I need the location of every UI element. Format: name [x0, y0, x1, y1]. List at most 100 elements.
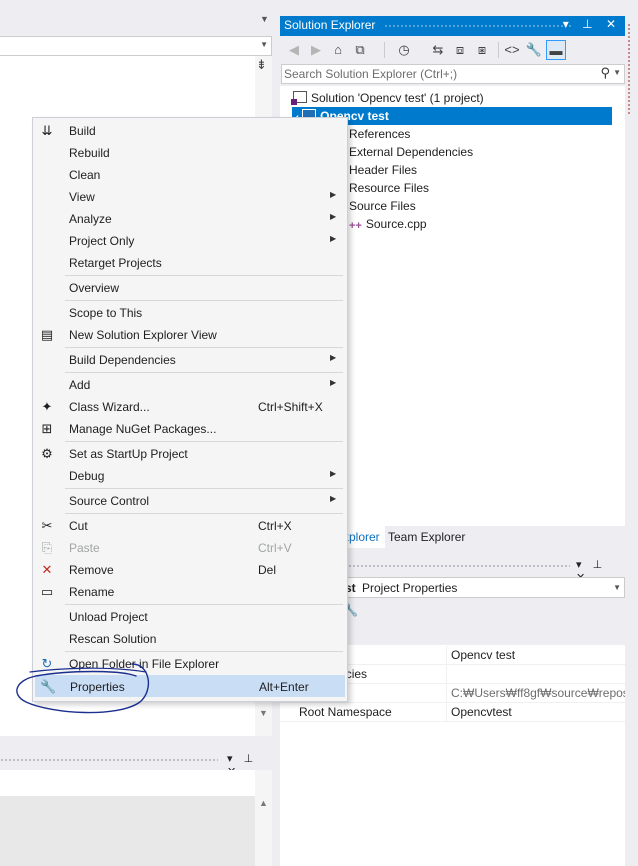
tree-node-label: Source Files — [349, 199, 416, 213]
menu-item-label: Scope to This — [69, 306, 143, 320]
view-code-icon[interactable]: <> — [502, 40, 522, 60]
menu-item-label: Add — [69, 378, 91, 392]
tree-node-label: References — [349, 127, 411, 141]
menu-item-shortcut: Ctrl+V — [258, 541, 292, 555]
scroll-down-icon[interactable]: ▼ — [259, 708, 268, 718]
menu-item-project-only[interactable]: Project Only ▶ — [35, 230, 345, 252]
menu-item-build[interactable]: ⇊ Build — [35, 120, 345, 142]
menu-item-clean[interactable]: Clean — [35, 164, 345, 186]
cpp-file-icon: ++ — [349, 220, 362, 232]
menu-item-rename[interactable]: ▭ Rename — [35, 581, 345, 603]
chevron-down-icon[interactable]: ▼ — [613, 68, 621, 77]
menu-item-label: New Solution Explorer View — [69, 328, 217, 342]
switch-views-icon[interactable]: ⧉ — [350, 40, 370, 60]
home-icon[interactable]: ⌂ — [328, 40, 348, 60]
menu-item-label: Build Dependencies — [69, 353, 176, 367]
menu-item-shortcut: Alt+Enter — [259, 680, 309, 694]
menu-separator — [65, 513, 343, 514]
show-all-files-icon[interactable]: ⧆ — [472, 40, 492, 60]
editor-tab-strip — [0, 14, 272, 36]
menu-item-open-folder-in-file-explorer[interactable]: ↻ Open Folder in File Explorer — [35, 653, 345, 675]
rename-icon: ▭ — [40, 584, 54, 599]
solution-explorer-search[interactable]: ⚲ ▼ — [281, 64, 625, 84]
toolbar-separator — [498, 42, 499, 58]
scroll-up-icon[interactable]: ▲ — [259, 798, 268, 808]
forward-icon[interactable]: ▶ — [306, 40, 326, 60]
solution-explorer-toolbar: ◀ ▶ ⌂ ⧉ ◷ ⇆ ⧈ ⧆ <> 🔧 ▬ — [280, 38, 625, 62]
menu-item-retarget-projects[interactable]: Retarget Projects — [35, 252, 345, 274]
menu-item-label: Retarget Projects — [69, 256, 162, 270]
menu-item-cut[interactable]: ✂ Cut Ctrl+X — [35, 515, 345, 537]
menu-item-label: Source Control — [69, 494, 150, 508]
bottom-panel-toolbar — [0, 770, 272, 796]
tree-node-label: External Dependencies — [349, 145, 474, 159]
grip-dots — [0, 758, 218, 763]
pending-changes-icon[interactable]: ◷ — [394, 40, 414, 60]
menu-item-properties[interactable]: 🔧 Properties Alt+Enter — [35, 675, 345, 697]
solution-explorer-window-buttons[interactable]: ▾ ⊥ ✕ — [563, 17, 621, 31]
tree-node-references[interactable]: References — [349, 125, 410, 143]
tree-node-external-dependencies[interactable]: External Dependencies — [349, 143, 473, 161]
menu-separator — [65, 441, 343, 442]
menu-item-add[interactable]: Add ▶ — [35, 374, 345, 396]
menu-item-unload-project[interactable]: Unload Project — [35, 606, 345, 628]
menu-item-shortcut: Del — [258, 563, 277, 577]
properties-wrench-icon[interactable]: 🔧 — [524, 40, 544, 60]
preview-selected-items-icon[interactable]: ▬ — [546, 40, 566, 60]
menu-item-label: Properties — [70, 680, 125, 694]
remove-icon: ✕ — [41, 562, 53, 577]
menu-item-build-dependencies[interactable]: Build Dependencies ▶ — [35, 349, 345, 371]
editor-navigation-dropdown[interactable]: ▼ — [0, 36, 272, 56]
menu-item-set-as-startup-project[interactable]: ⚙ Set as StartUp Project — [35, 443, 345, 465]
sync-icon[interactable]: ⇆ — [428, 40, 448, 60]
menu-item-analyze[interactable]: Analyze ▶ — [35, 208, 345, 230]
right-dock-edge — [625, 14, 638, 866]
tree-node-resource-files[interactable]: Resource Files — [349, 179, 429, 197]
tree-node-header-files[interactable]: Header Files — [349, 161, 417, 179]
menu-item-remove[interactable]: ✕ Remove Del — [35, 559, 345, 581]
search-icon[interactable]: ⚲ — [600, 65, 610, 81]
tab-overflow-icon[interactable]: ▼ — [260, 14, 269, 24]
menu-item-manage-nuget-packages[interactable]: ⊞ Manage NuGet Packages... — [35, 418, 345, 440]
menu-item-rebuild[interactable]: Rebuild — [35, 142, 345, 164]
search-input[interactable] — [284, 66, 584, 82]
collapse-all-icon[interactable]: ⧈ — [450, 40, 470, 60]
property-name: Root Namespace — [299, 705, 392, 719]
bottom-panel-scrollbar[interactable]: ▲ — [255, 770, 272, 866]
menu-item-scope-to-this[interactable]: Scope to This — [35, 302, 345, 324]
menu-item-view[interactable]: View ▶ — [35, 186, 345, 208]
menu-separator — [65, 300, 343, 301]
chevron-down-icon: ▼ — [260, 40, 268, 49]
nuget-icon: ⊞ — [41, 421, 53, 436]
back-icon[interactable]: ◀ — [284, 40, 304, 60]
submenu-arrow-icon: ▶ — [330, 212, 337, 221]
menu-item-label: Manage NuGet Packages... — [69, 422, 217, 436]
menu-item-label: Build — [69, 124, 96, 138]
menu-item-overview[interactable]: Overview — [35, 277, 345, 299]
menu-item-rescan-solution[interactable]: Rescan Solution — [35, 628, 345, 650]
submenu-arrow-icon: ▶ — [330, 234, 337, 243]
bottom-panel-content — [0, 796, 255, 866]
menu-item-label: Class Wizard... — [69, 400, 150, 414]
class-wizard-icon: ✦ — [41, 399, 53, 414]
menu-item-label: Rescan Solution — [69, 632, 157, 646]
menu-item-class-wizard[interactable]: ✦ Class Wizard... Ctrl+Shift+X — [35, 396, 345, 418]
menu-item-debug[interactable]: Debug ▶ — [35, 465, 345, 487]
tree-node-solution[interactable]: Solution 'Opencv test' (1 project) — [291, 89, 484, 107]
menu-separator — [65, 347, 343, 348]
column-divider — [446, 684, 447, 703]
solution-explorer-title: Solution Explorer — [284, 18, 376, 32]
menu-item-source-control[interactable]: Source Control ▶ — [35, 490, 345, 512]
column-divider — [446, 665, 447, 684]
property-row[interactable]: Root Namespace Opencvtest — [280, 703, 625, 722]
tree-node-source-files[interactable]: Source Files — [349, 197, 416, 215]
menu-item-label: Analyze — [69, 212, 112, 226]
menu-item-paste: ⎘ Paste Ctrl+V — [35, 537, 345, 559]
panel-splitter[interactable] — [0, 736, 272, 750]
menu-item-label: Project Only — [69, 234, 135, 248]
tab-team-explorer[interactable]: Team Explorer — [383, 526, 470, 548]
split-window-icon[interactable]: ⇟ — [256, 57, 267, 73]
tree-node-source-cpp[interactable]: ++ Source.cpp — [349, 215, 427, 233]
ink-mark — [628, 24, 634, 114]
menu-item-new-solution-explorer-view[interactable]: ▤ New Solution Explorer View — [35, 324, 345, 346]
